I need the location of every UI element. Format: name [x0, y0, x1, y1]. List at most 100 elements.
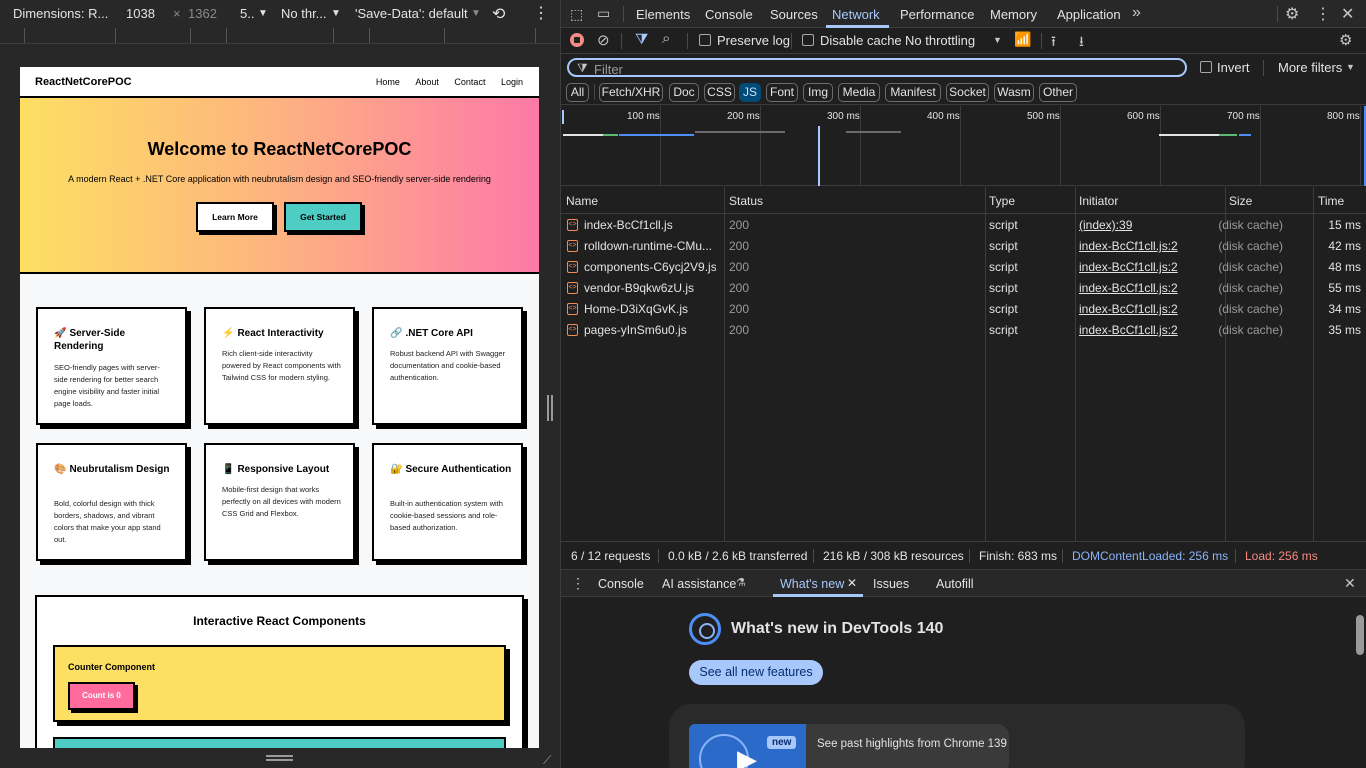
viewport-side-resizer[interactable]	[547, 395, 553, 421]
table-row[interactable]: <> vendor-B9qkw6zU.js 200 script index-B…	[561, 278, 1366, 299]
more-options-icon[interactable]: ⋮	[1315, 4, 1331, 24]
invert-checkbox[interactable]	[1200, 61, 1212, 73]
more-filters-button[interactable]: More filters	[1278, 60, 1342, 75]
learn-more-button[interactable]: Learn More	[196, 202, 274, 232]
request-initiator-link[interactable]: index-BcCf1cll.js:2	[1079, 323, 1178, 337]
type-filter-js[interactable]: JS	[739, 83, 761, 102]
drawer-menu-icon[interactable]: ⋮	[571, 575, 585, 592]
import-har-icon[interactable]: ⭱	[1051, 31, 1056, 55]
chevron-down-icon[interactable]: ▼	[331, 8, 341, 19]
save-data-select[interactable]: 'Save-Data': default	[355, 6, 468, 21]
more-tabs-icon[interactable]: »	[1132, 4, 1141, 22]
type-filter-other[interactable]: Other	[1039, 83, 1077, 102]
request-initiator-link[interactable]: (index):39	[1079, 218, 1132, 232]
type-filter-fetch-xhr[interactable]: Fetch/XHR	[599, 83, 663, 102]
type-filter-img[interactable]: Img	[803, 83, 833, 102]
nav-login-link[interactable]: Login	[501, 77, 523, 87]
get-started-button[interactable]: Get Started	[284, 202, 362, 232]
type-filter-all[interactable]: All	[566, 83, 589, 102]
table-row[interactable]: <> pages-yInSm6u0.js 200 script index-Bc…	[561, 320, 1366, 341]
chevron-down-icon[interactable]: ▼	[258, 8, 268, 19]
request-name[interactable]: index-BcCf1cll.js	[584, 218, 716, 232]
request-name[interactable]: vendor-B9qkw6zU.js	[584, 281, 716, 295]
type-filter-media[interactable]: Media	[838, 83, 880, 102]
drawer-tab-autofill[interactable]: Autofill	[936, 577, 974, 591]
column-header-name[interactable]: Name	[566, 194, 598, 208]
timeline-overview[interactable]: 100 ms 200 ms 300 ms 400 ms 500 ms 600 m…	[561, 106, 1366, 186]
width-input[interactable]: 1038	[126, 6, 155, 21]
corner-resize-icon[interactable]: ⟋	[543, 753, 551, 768]
nav-home-link[interactable]: Home	[376, 77, 400, 87]
chevron-down-icon[interactable]: ▼	[993, 35, 1002, 45]
gear-icon[interactable]: ⚙	[1285, 4, 1299, 24]
inspect-element-icon[interactable]: ⬚	[570, 6, 583, 23]
type-filter-css[interactable]: CSS	[704, 83, 735, 102]
throttling-select[interactable]: No throttling	[905, 33, 975, 48]
nav-contact-link[interactable]: Contact	[454, 77, 485, 87]
type-filter-wasm[interactable]: Wasm	[994, 83, 1034, 102]
device-toggle-icon[interactable]: ▭	[597, 5, 610, 22]
export-har-icon[interactable]: ⭳	[1079, 31, 1084, 55]
table-row[interactable]: <> index-BcCf1cll.js 200 script (index):…	[561, 215, 1366, 236]
close-icon[interactable]: ✕	[1341, 4, 1354, 24]
network-conditions-icon[interactable]: 📶	[1014, 31, 1031, 48]
column-header-initiator[interactable]: Initiator	[1079, 194, 1118, 208]
site-brand[interactable]: ReactNetCorePOC	[35, 76, 132, 88]
request-name[interactable]: Home-D3iXqGvK.js	[584, 302, 716, 316]
request-name[interactable]: components-C6ycj2V9.js	[584, 260, 716, 274]
tab-application[interactable]: Application	[1057, 7, 1121, 22]
chevron-down-icon[interactable]: ▼	[471, 8, 481, 19]
disable-cache-checkbox[interactable]	[802, 34, 814, 46]
type-filter-socket[interactable]: Socket	[946, 83, 989, 102]
network-settings-gear-icon[interactable]: ⚙	[1339, 31, 1352, 49]
request-initiator-link[interactable]: index-BcCf1cll.js:2	[1079, 281, 1178, 295]
tab-elements[interactable]: Elements	[636, 7, 690, 22]
filter-icon[interactable]: ⧩	[635, 31, 648, 48]
request-initiator-link[interactable]: index-BcCf1cll.js:2	[1079, 239, 1178, 253]
preserve-log-checkbox[interactable]	[699, 34, 711, 46]
height-input[interactable]: 1362	[188, 6, 217, 21]
tab-network[interactable]: Network	[832, 7, 880, 22]
table-row[interactable]: <> Home-D3iXqGvK.js 200 script index-BcC…	[561, 299, 1366, 320]
viewport-bottom-handle[interactable]	[20, 748, 539, 768]
close-tab-icon[interactable]: ✕	[847, 576, 857, 590]
zoom-select[interactable]: 5..	[240, 6, 254, 21]
drawer-tab-ai-assistance[interactable]: AI assistance	[662, 577, 736, 591]
nav-about-link[interactable]: About	[415, 77, 439, 87]
see-all-features-button[interactable]: See all new features	[689, 660, 823, 685]
request-name[interactable]: pages-yInSm6u0.js	[584, 323, 716, 337]
drawer-scrollbar[interactable]	[1356, 615, 1364, 655]
type-filter-doc[interactable]: Doc	[669, 83, 699, 102]
search-icon[interactable]: ⌕	[662, 30, 670, 47]
table-row[interactable]: <> components-C6ycj2V9.js 200 script ind…	[561, 257, 1366, 278]
filter-input[interactable]: ⧩ Filter	[567, 58, 1187, 77]
clear-icon[interactable]: ⊘	[597, 31, 610, 49]
request-initiator-link[interactable]: index-BcCf1cll.js:2	[1079, 260, 1178, 274]
count-button[interactable]: Count is 0	[68, 682, 135, 710]
request-name[interactable]: rolldown-runtime-CMu...	[584, 239, 716, 253]
column-header-type[interactable]: Type	[989, 194, 1015, 208]
throttle-select[interactable]: No thr...	[281, 6, 327, 21]
chevron-down-icon[interactable]: ▼	[1346, 62, 1355, 72]
record-stop-icon[interactable]	[570, 33, 584, 47]
resize-grip[interactable]	[266, 755, 293, 761]
rotate-icon[interactable]: ⟲	[492, 4, 505, 24]
tab-sources[interactable]: Sources	[770, 7, 818, 22]
close-drawer-icon[interactable]: ✕	[1344, 575, 1356, 592]
type-filter-manifest[interactable]: Manifest	[885, 83, 941, 102]
highlight-link[interactable]: ▶ new See past highlights from Chrome 13…	[689, 724, 1009, 768]
type-filter-font[interactable]: Font	[766, 83, 798, 102]
drawer-tab-issues[interactable]: Issues	[873, 577, 909, 591]
table-row[interactable]: <> rolldown-runtime-CMu... 200 script in…	[561, 236, 1366, 257]
request-initiator-link[interactable]: index-BcCf1cll.js:2	[1079, 302, 1178, 316]
tab-memory[interactable]: Memory	[990, 7, 1037, 22]
column-header-time[interactable]: Time	[1318, 194, 1344, 208]
drawer-tab-console[interactable]: Console	[598, 577, 644, 591]
more-options-icon[interactable]: ⋮	[533, 3, 549, 23]
column-header-status[interactable]: Status	[729, 194, 763, 208]
tab-console[interactable]: Console	[705, 7, 753, 22]
drawer-tab-whats-new[interactable]: What's new	[780, 577, 844, 591]
tab-performance[interactable]: Performance	[900, 7, 974, 22]
column-header-size[interactable]: Size	[1229, 194, 1252, 208]
dimensions-select[interactable]: Dimensions: R...	[13, 6, 108, 21]
